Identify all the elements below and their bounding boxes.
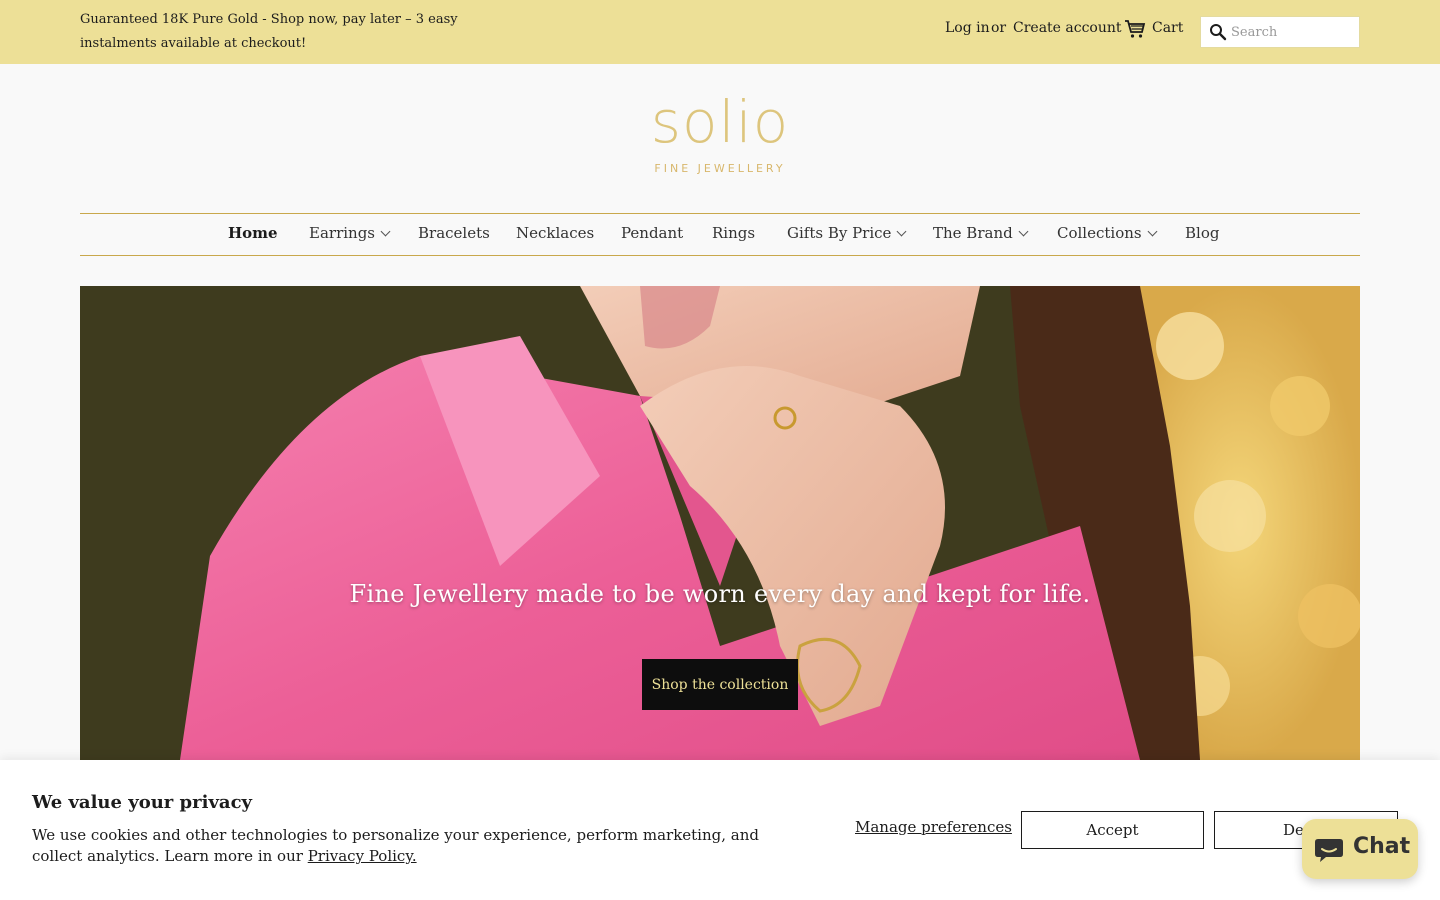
nav-item-label: Collections <box>1057 224 1142 242</box>
nav-item-necklaces[interactable]: Necklaces <box>516 224 594 242</box>
cookie-title: We value your privacy <box>32 792 252 813</box>
chevron-down-icon <box>896 226 907 237</box>
hero-headline: Fine Jewellery made to be worn every day… <box>349 580 1091 608</box>
logo-wordmark: solio <box>650 88 790 156</box>
nav-item-collections[interactable]: Collections <box>1057 224 1158 242</box>
brand-logo[interactable]: solio FINE JEWELLERY <box>620 90 820 186</box>
nav-item-label: Blog <box>1185 224 1220 242</box>
nav-item-label: The Brand <box>933 224 1013 242</box>
login-link[interactable]: Log in <box>945 20 990 36</box>
cookie-banner: We value your privacy We use cookies and… <box>0 760 1440 900</box>
cart-link[interactable]: Cart <box>1152 20 1183 36</box>
search-input[interactable] <box>1231 22 1355 42</box>
hero-banner: Fine Jewellery made to be worn every day… <box>80 286 1360 760</box>
nav-item-label: Bracelets <box>418 224 490 242</box>
chat-bubble-icon <box>1315 839 1343 862</box>
nav-item-label: Earrings <box>309 224 375 242</box>
nav-item-home[interactable]: Home <box>228 224 278 242</box>
announcement-bar: Guaranteed 18K Pure Gold - Shop now, pay… <box>0 0 1440 64</box>
nav-item-gifts-by-price[interactable]: Gifts By Price <box>787 224 907 242</box>
nav-item-blog[interactable]: Blog <box>1185 224 1219 242</box>
accept-button[interactable]: Accept <box>1021 811 1204 849</box>
nav-item-label: Home <box>228 224 278 242</box>
nav-item-earrings[interactable]: Earrings <box>309 224 391 242</box>
or-separator: or <box>991 20 1007 36</box>
privacy-policy-link[interactable]: Privacy Policy. <box>308 847 417 865</box>
chat-label: Chat <box>1353 834 1411 859</box>
nav-item-bracelets[interactable]: Bracelets <box>418 224 490 242</box>
chevron-down-icon <box>380 226 391 237</box>
nav-item-pendant[interactable]: Pendant <box>621 224 683 242</box>
nav-item-label: Pendant <box>621 224 684 242</box>
chevron-down-icon <box>1147 226 1158 237</box>
cart-icon[interactable] <box>1124 19 1146 39</box>
announcement-text: Guaranteed 18K Pure Gold - Shop now, pay… <box>80 12 458 51</box>
nav-item-label: Necklaces <box>516 224 595 242</box>
search-icon[interactable] <box>1209 23 1227 41</box>
main-nav: Home Earrings Bracelets Necklaces Pendan… <box>80 213 1360 256</box>
nav-item-rings[interactable]: Rings <box>712 224 755 242</box>
nav-item-the-brand[interactable]: The Brand <box>933 224 1029 242</box>
manage-preferences-link[interactable]: Manage preferences <box>855 818 1012 836</box>
create-account-link[interactable]: Create account <box>1013 20 1122 36</box>
search-box <box>1200 16 1360 48</box>
logo-tagline: FINE JEWELLERY <box>654 162 786 175</box>
chevron-down-icon <box>1018 226 1029 237</box>
cookie-body: We use cookies and other technologies to… <box>32 825 792 867</box>
chat-button[interactable]: Chat <box>1302 819 1418 879</box>
shop-collection-button[interactable]: Shop the collection <box>642 659 798 710</box>
nav-item-label: Gifts By Price <box>787 224 892 242</box>
nav-item-label: Rings <box>712 224 756 242</box>
